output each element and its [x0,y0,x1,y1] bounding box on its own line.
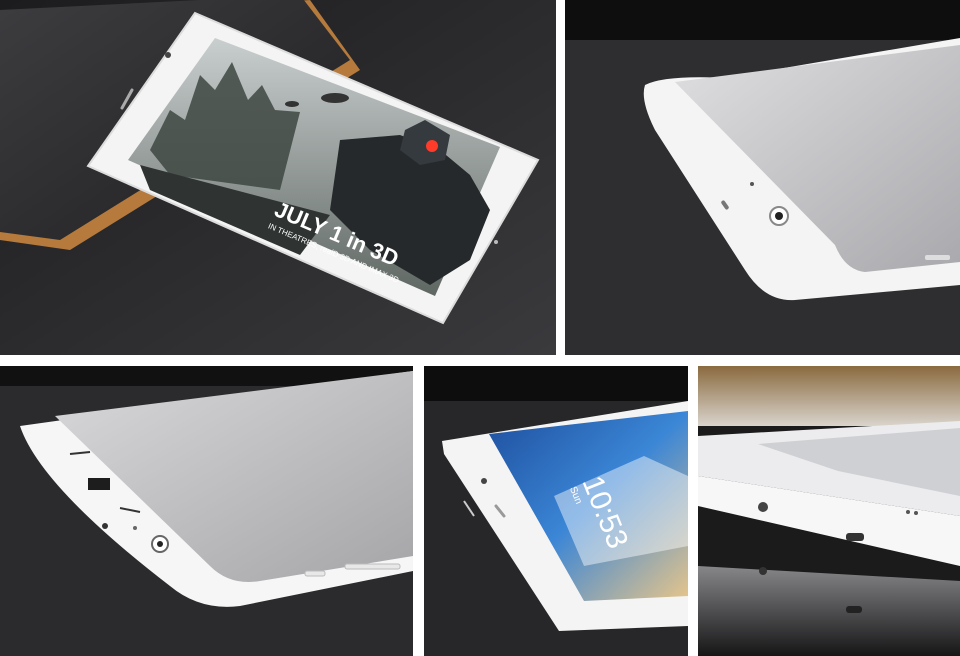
flash-icon [133,526,137,530]
photo-tablet-back-corner [565,0,960,355]
mic-icon [906,510,910,514]
alien-ship [321,93,349,103]
reflection-usb [846,606,862,613]
volume-button [344,563,401,570]
rear-camera-lens [157,541,163,547]
background-dark [424,366,688,401]
back-corner-scene [565,0,960,355]
mic-icon [102,523,108,529]
photo-tablet-front: JULY 1 in 3D IN THEATRES, realD 3D AND I… [0,0,556,355]
tablet-front-scene: JULY 1 in 3D IN THEATRES, realD 3D AND I… [0,0,556,355]
background-blur [698,366,960,426]
mic-icon-2 [914,511,918,515]
photo-tablet-edge-ports [698,366,960,656]
volume-button [925,255,950,260]
photo-tablet-lockscreen: 10:53 Sun [424,366,688,656]
back-slots-scene [0,366,413,656]
flash-icon [750,182,754,186]
front-camera [165,52,171,58]
robot-eye [426,140,438,152]
rear-camera-lens [775,212,783,220]
surface-reflection [698,566,960,656]
reflection-jack [759,567,767,575]
background-dark [565,0,960,40]
side-sensor [494,240,498,244]
photo-tablet-back-slots [0,366,413,656]
power-button [304,570,326,577]
edge-ports-scene [698,366,960,656]
front-camera [481,478,487,484]
alien-ship-small [285,101,299,107]
lockscreen-scene: 10:53 Sun [424,366,688,656]
usb-port-icon [846,533,864,541]
sim-slot [88,478,110,490]
headphone-jack-icon [758,502,768,512]
